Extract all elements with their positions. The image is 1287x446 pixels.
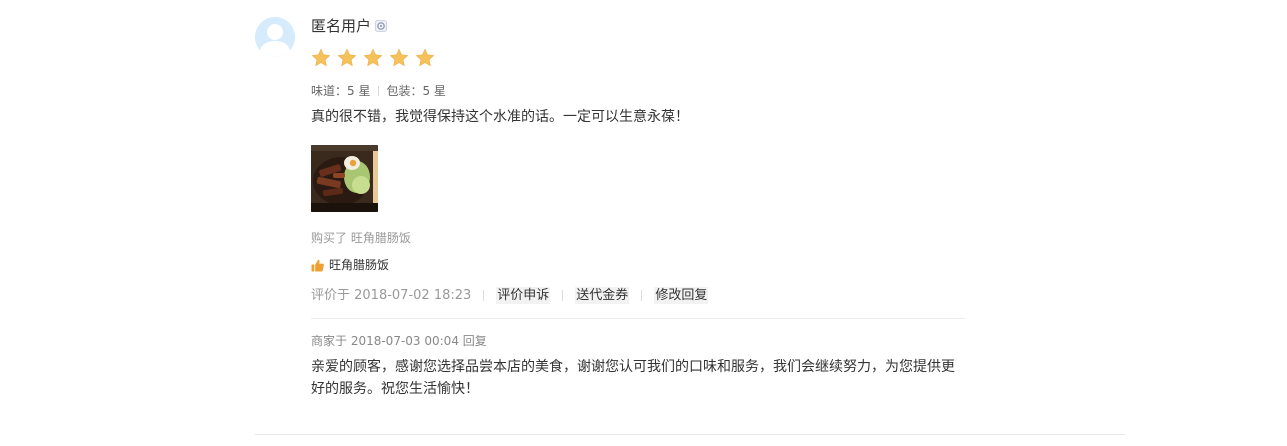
food-photo[interactable] <box>311 145 378 212</box>
star-icon <box>338 48 356 66</box>
sub-ratings: 味道：5 星 包装：5 星 <box>311 84 446 98</box>
star-rating <box>311 48 435 68</box>
liked-dish-tag: 旺角腊肠饭 <box>311 258 389 272</box>
dish-name: 旺角腊肠饭 <box>329 258 390 272</box>
star-icon <box>390 48 408 66</box>
star-icon <box>364 48 382 66</box>
avatar-icon <box>255 17 295 57</box>
taste-rating: 味道：5 星 <box>311 84 371 98</box>
user-level-icon <box>375 20 388 32</box>
review-meta: 评价于 2018-07-02 18:23 评价申诉 送代金券 修改回复 <box>311 287 709 304</box>
user-row: 匿名用户 <box>311 16 388 36</box>
rating-divider <box>378 86 380 96</box>
star-icon <box>312 48 330 66</box>
avatar <box>255 17 295 57</box>
merchant-reply-meta: 商家于 2018-07-03 00:04 回复 <box>311 334 487 348</box>
meta-divider <box>641 290 643 301</box>
send-coupon-link[interactable]: 送代金券 <box>575 287 630 304</box>
packaging-rating: 包装：5 星 <box>386 84 446 98</box>
review-photo[interactable] <box>311 145 378 212</box>
meta-divider <box>562 290 564 301</box>
meta-divider <box>483 290 485 301</box>
merchant-reply-text: 亲爱的顾客，感谢您选择品尝本店的美食，谢谢您认可我们的口味和服务，我们会继续努力… <box>311 359 955 397</box>
edit-reply-link[interactable]: 修改回复 <box>654 287 709 304</box>
reply-divider <box>311 318 965 319</box>
review-card: 匿名用户 味道：5 星 包装：5 星 真的很不错，我觉得保持这个水准的话。一定可… <box>255 0 1125 435</box>
review-text: 真的很不错，我觉得保持这个水准的话。一定可以生意永葆！ <box>311 109 689 125</box>
user-name: 匿名用户 <box>311 17 372 35</box>
review-time: 评价于 2018-07-02 18:23 <box>311 288 472 303</box>
star-icon <box>416 48 434 66</box>
thumbs-up-icon <box>311 259 324 271</box>
appeal-review-link[interactable]: 评价申诉 <box>496 287 551 304</box>
purchased-item: 购买了 旺角腊肠饭 <box>311 231 411 245</box>
